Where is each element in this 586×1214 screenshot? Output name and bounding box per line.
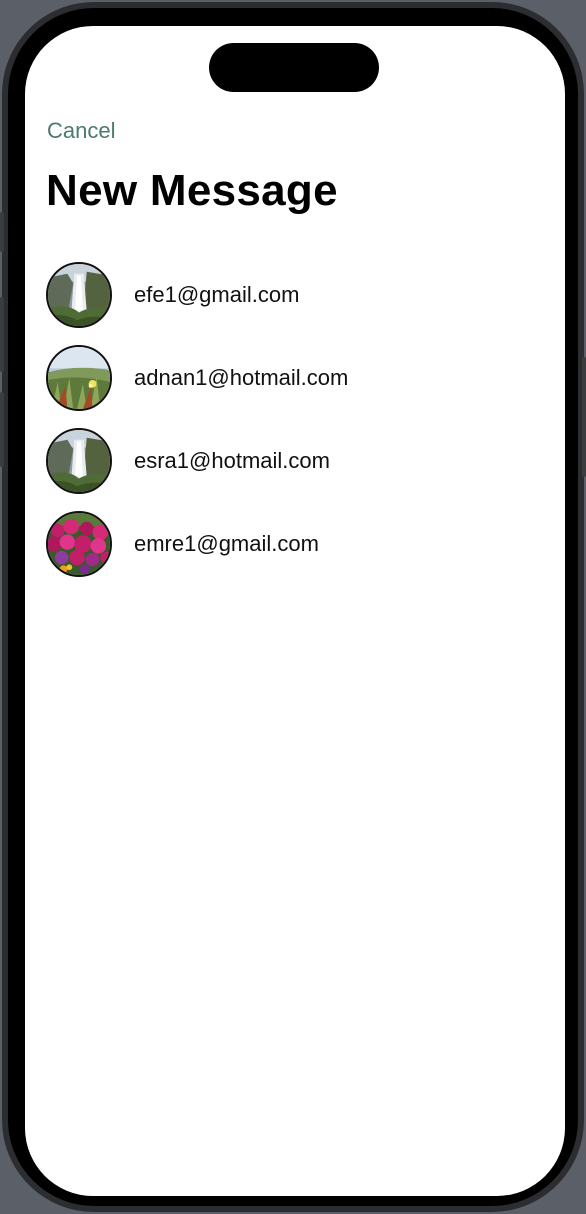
avatar bbox=[46, 344, 112, 411]
cancel-button[interactable]: Cancel bbox=[47, 118, 115, 144]
volume-up-button bbox=[0, 297, 4, 372]
meadow-photo-icon bbox=[48, 346, 110, 409]
waterfall-photo-icon bbox=[48, 429, 110, 492]
device-frame: Cancel New Message efe1@gmail.com adnan1… bbox=[0, 2, 586, 1212]
page-title: New Message bbox=[46, 166, 338, 215]
volume-down-button bbox=[0, 392, 4, 467]
action-button bbox=[0, 212, 4, 252]
contact-row[interactable]: adnan1@hotmail.com bbox=[46, 336, 546, 419]
contact-email: emre1@gmail.com bbox=[134, 530, 319, 556]
waterfall-photo-icon bbox=[48, 263, 110, 326]
screen: Cancel New Message efe1@gmail.com adnan1… bbox=[25, 26, 565, 1196]
contact-row[interactable]: emre1@gmail.com bbox=[46, 502, 546, 585]
dynamic-island bbox=[209, 43, 379, 92]
contact-email: adnan1@hotmail.com bbox=[134, 364, 349, 390]
contact-list: efe1@gmail.com adnan1@hotmail.com esra1@… bbox=[46, 253, 546, 585]
avatar bbox=[46, 261, 112, 328]
contact-email: esra1@hotmail.com bbox=[134, 447, 330, 473]
avatar bbox=[46, 510, 112, 577]
power-button bbox=[582, 357, 586, 477]
contact-row[interactable]: efe1@gmail.com bbox=[46, 253, 546, 336]
contact-row[interactable]: esra1@hotmail.com bbox=[46, 419, 546, 502]
contact-email: efe1@gmail.com bbox=[134, 281, 300, 307]
flowers-photo-icon bbox=[48, 512, 110, 575]
avatar bbox=[46, 427, 112, 494]
